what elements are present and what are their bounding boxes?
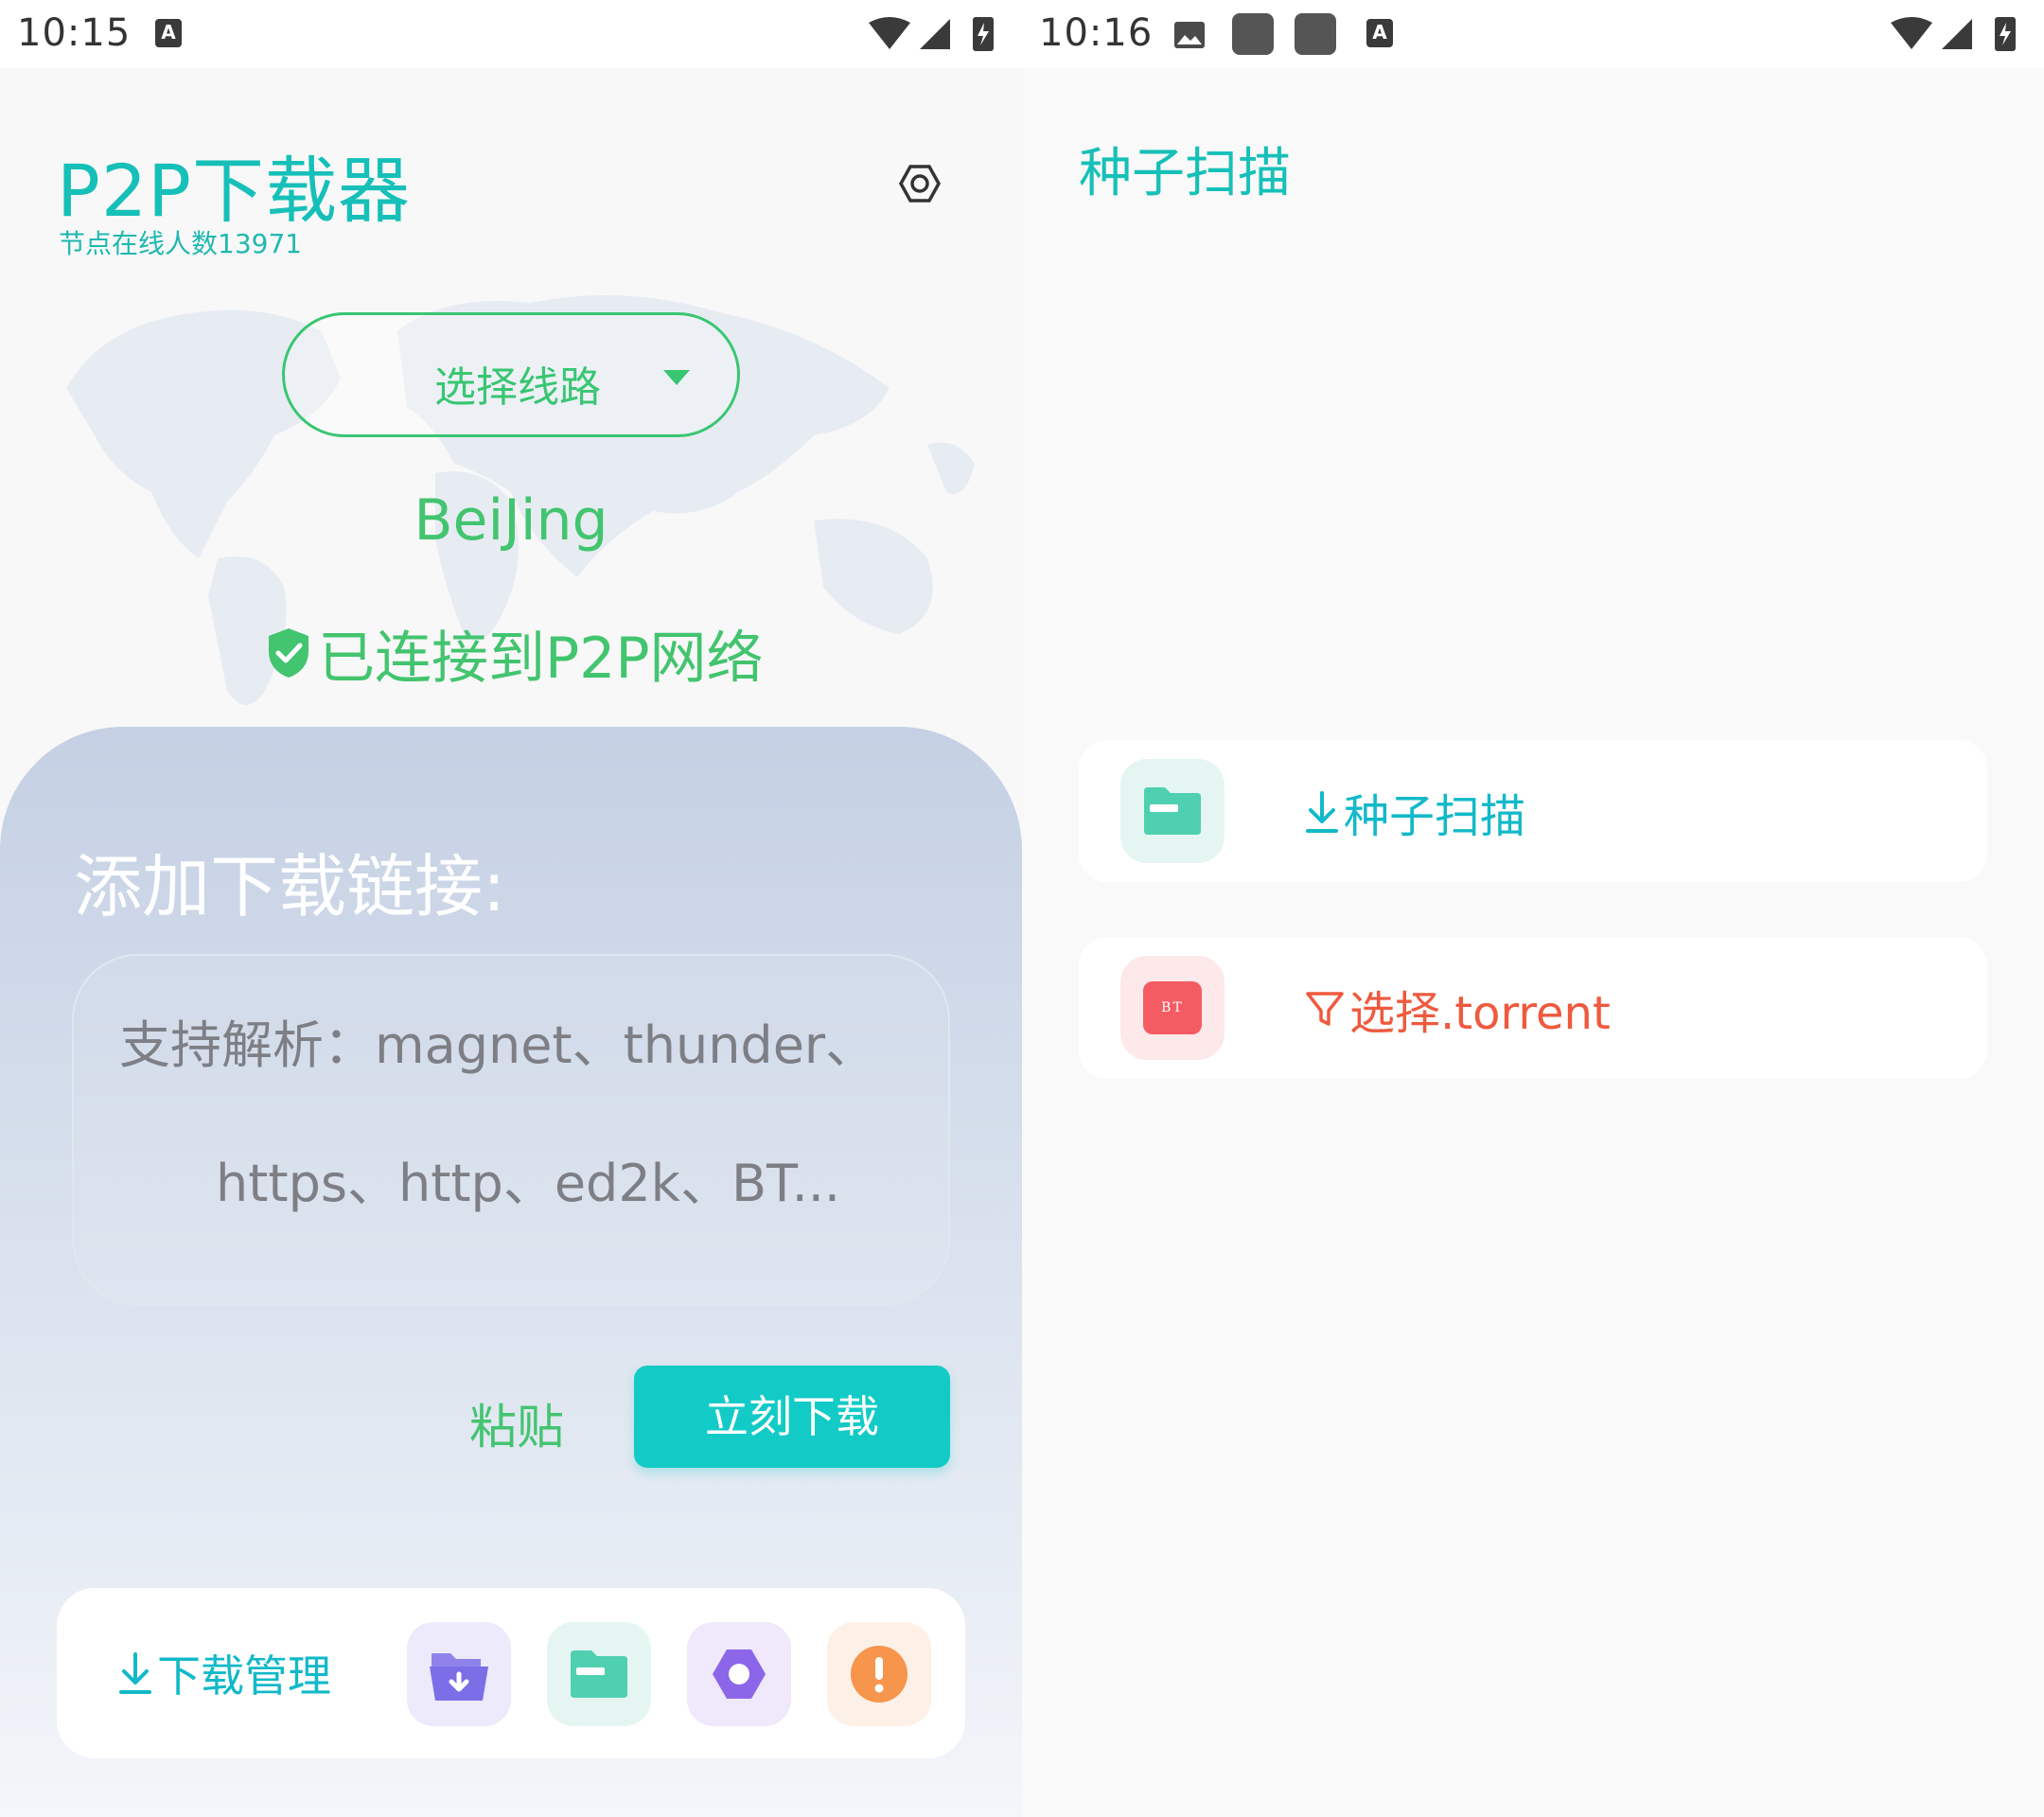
folder-download-button[interactable] [407, 1622, 511, 1726]
download-manager-label: 下载管理 [157, 1650, 331, 1702]
settings-hexagon-icon [713, 1649, 766, 1699]
image-notification-icon [1174, 22, 1205, 48]
system-status-icons [869, 17, 994, 51]
torrent-scan-label: 种子扫描 [1344, 790, 1526, 843]
download-manager-link[interactable]: 下载管理 [117, 1647, 331, 1702]
keyboard-notification-icon: A [155, 19, 182, 47]
status-time: 10:15 [17, 11, 132, 55]
select-torrent-link: 选择.torrent [1304, 979, 1611, 1040]
bt-icon-tile: BT [1120, 956, 1225, 1060]
app-notification-icon [1232, 13, 1274, 55]
filter-icon [1306, 992, 1344, 1026]
file-manager-icon [571, 1650, 627, 1698]
bottom-toolbar: 下载管理 [57, 1588, 965, 1758]
status-time: 10:16 [1039, 11, 1154, 55]
app-title: P2P下载器 [57, 149, 412, 233]
left-screen: 10:15 A P2P下载器 节点在线人数13971 选择线路 BeiJing [0, 0, 1022, 1817]
status-bar: 10:15 A [0, 0, 1022, 68]
keyboard-notification-icon: A [1366, 19, 1393, 47]
route-select-label: 选择线路 [434, 363, 601, 412]
route-select[interactable]: 选择线路 [282, 312, 740, 437]
link-input-placeholder-line1: 支持解析：magnet、thunder、 [119, 1015, 877, 1075]
online-count: 节点在线人数13971 [59, 228, 303, 259]
signal-icon [920, 19, 950, 49]
bt-icon: BT [1143, 981, 1202, 1034]
wifi-icon [1891, 17, 1932, 49]
wifi-icon [869, 17, 910, 49]
page-title: 种子扫描 [1079, 143, 1291, 204]
connection-status: 已连接到P2P网络 [265, 615, 764, 692]
download-arrow-icon [119, 1652, 151, 1694]
settings-tile-button[interactable] [687, 1622, 791, 1726]
link-input-placeholder-line2: https、http、ed2k、BT... [216, 1154, 841, 1213]
torrent-scan-link: 种子扫描 [1304, 782, 1526, 843]
link-input[interactable]: 支持解析：magnet、thunder、 https、http、ed2k、BT.… [72, 954, 950, 1306]
paste-button[interactable]: 粘贴 [469, 1389, 564, 1457]
caret-down-icon [663, 370, 690, 385]
current-city: BeiJing [414, 487, 608, 554]
warning-tile-button[interactable] [827, 1622, 931, 1726]
select-torrent-card[interactable]: BT 选择.torrent [1079, 937, 1987, 1079]
select-torrent-label: 选择.torrent [1349, 987, 1611, 1040]
app-notification-icon [1295, 13, 1336, 55]
folder-icon [1144, 787, 1201, 835]
panel-title: 添加下载链接: [74, 847, 506, 926]
connection-status-text: 已连接到P2P网络 [318, 625, 764, 692]
warning-icon [851, 1646, 907, 1702]
settings-icon[interactable] [897, 161, 943, 206]
folder-icon-tile [1120, 759, 1225, 863]
right-screen: 10:16 A 种子扫描 种子扫描 BT 选择.torrent [1022, 0, 2044, 1817]
torrent-scan-card[interactable]: 种子扫描 [1079, 740, 1987, 882]
signal-icon [1942, 19, 1972, 49]
add-link-panel: 添加下载链接: 支持解析：magnet、thunder、 https、http、… [0, 727, 1022, 1817]
shield-check-icon [269, 628, 308, 678]
download-arrow-icon [1306, 791, 1338, 833]
file-manager-button[interactable] [547, 1622, 651, 1726]
download-now-button[interactable]: 立刻下载 [634, 1366, 950, 1468]
status-bar: 10:16 A [1022, 0, 2044, 68]
system-status-icons [1891, 17, 2016, 51]
folder-download-icon [430, 1653, 488, 1701]
